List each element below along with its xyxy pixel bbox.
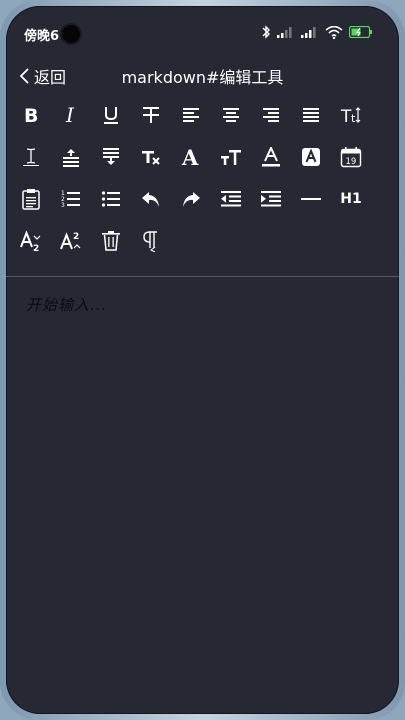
align-center-icon [223,108,239,122]
strikethrough-button[interactable] [134,98,168,132]
nav-bar: 返回 markdown#编辑工具 [6,56,399,92]
font-size-icon [221,150,241,165]
text-cursor-button[interactable] [14,140,48,174]
heading-icon: H1 [340,191,362,207]
date-button[interactable]: 19 [334,140,368,174]
clipboard-button[interactable] [14,182,48,216]
align-justify-icon [303,108,319,122]
highlight-icon [302,148,320,166]
text-cursor-icon [23,148,39,166]
outdent-icon [221,191,241,207]
calendar-icon: 19 [340,147,362,168]
heading-1-button[interactable]: H1 [334,182,368,216]
svg-text:2: 2 [33,244,39,252]
svg-text:A: A [181,147,199,167]
status-bar: 傍晚6 [6,20,399,46]
page-title: markdown#编辑工具 [121,68,284,87]
align-left-button[interactable] [174,98,208,132]
align-justify-button[interactable] [294,98,328,132]
text-color-icon [262,147,280,167]
subscript-icon: 2 [20,230,41,252]
trash-icon [102,231,120,251]
bold-icon: B [24,105,38,125]
markdown-editor[interactable] [24,292,388,696]
calendar-day: 19 [346,157,357,167]
highlight-button[interactable] [294,140,328,174]
ordered-list-icon: 123 [61,190,80,209]
insert-below-icon [103,148,119,165]
app-screen: 傍晚6 返回 markdown#编辑工具 B I T t A 19 1 2 3 … [6,6,399,714]
clear-format-icon [142,151,160,165]
align-center-button[interactable] [214,98,248,132]
svg-text:B: B [24,105,38,125]
front-camera [62,25,80,43]
text-size-button[interactable]: Tt [334,98,368,132]
ordered-list-button[interactable]: 123 [54,182,88,216]
paragraph-button[interactable] [134,224,168,258]
superscript-icon: 2 [60,232,81,250]
svg-text:3: 3 [61,202,65,209]
italic-icon: I [65,105,75,125]
bullet-list-icon [101,191,120,207]
text-color-button[interactable] [254,140,288,174]
font-size-button[interactable] [214,140,248,174]
align-right-icon [263,108,279,122]
signal-hd-icon [301,27,316,38]
delete-button[interactable] [94,224,128,258]
align-left-icon [183,108,199,122]
bluetooth-icon [262,25,270,39]
svg-text:2: 2 [73,232,79,242]
battery-icon [349,26,372,38]
status-icons [261,25,373,39]
redo-icon [183,192,200,207]
subscript-button[interactable]: 2 [14,224,48,258]
wifi-icon [325,25,343,39]
signal-icon [277,27,292,38]
line-height-icon [63,149,79,167]
align-right-button[interactable] [254,98,288,132]
status-time: 傍晚6 [24,29,60,44]
indent-button[interactable] [254,182,288,216]
bold-button[interactable]: B [14,98,48,132]
italic-button[interactable]: I [54,98,88,132]
font-button[interactable]: A [174,140,208,174]
superscript-button[interactable]: 2 [54,224,88,258]
redo-button[interactable] [174,182,208,216]
undo-icon [142,192,159,207]
undo-button[interactable] [134,182,168,216]
underline-icon [104,107,118,124]
line-height-button[interactable] [54,140,88,174]
clear-format-button[interactable] [134,140,168,174]
toolbar-divider [6,276,399,277]
indent-icon [261,191,281,207]
underline-button[interactable] [94,98,128,132]
strikethrough-icon [143,107,159,123]
horizontal-rule-button[interactable] [294,182,328,216]
svg-text:t: t [351,112,356,125]
clipboard-icon [22,189,40,210]
horizontal-rule-icon [301,198,321,200]
svg-text:I: I [65,105,75,125]
text-size-icon: Tt [340,107,361,125]
insert-below-button[interactable] [94,140,128,174]
bullet-list-button[interactable] [94,182,128,216]
font-icon: A [181,147,199,167]
outdent-button[interactable] [214,182,248,216]
pilcrow-icon [143,231,157,252]
